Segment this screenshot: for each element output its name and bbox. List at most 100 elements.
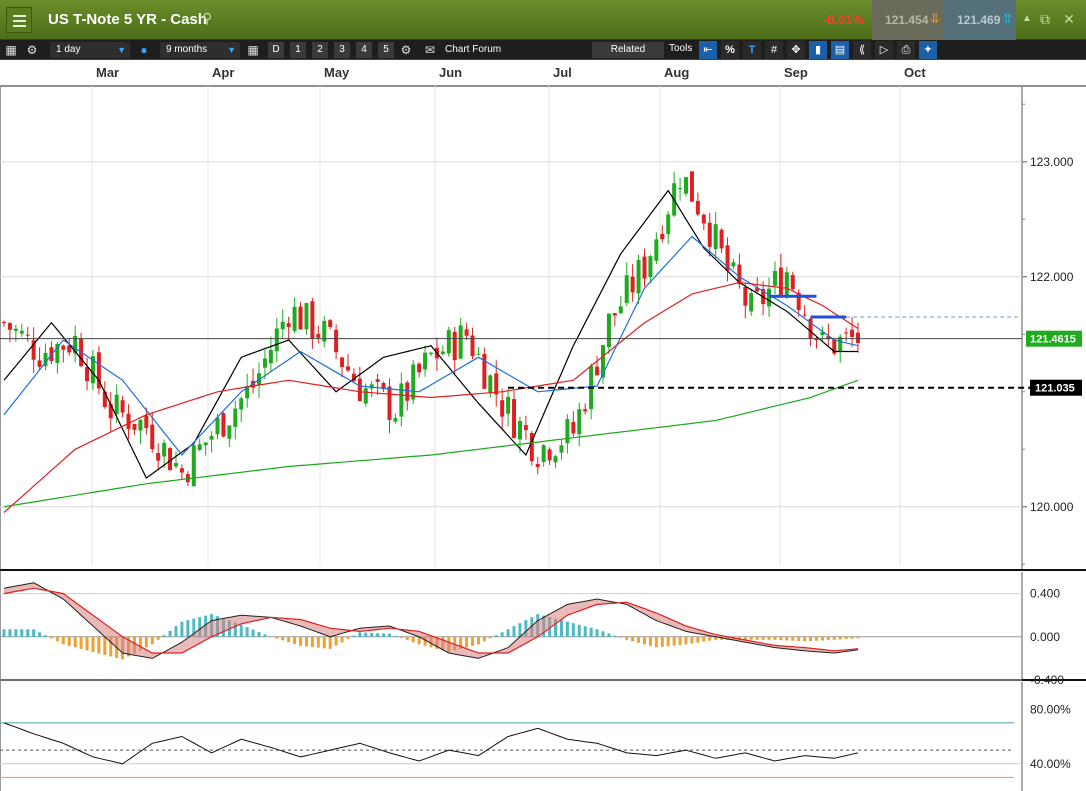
text-tool-icon[interactable]: T	[743, 41, 761, 59]
candle-body	[7, 323, 12, 330]
grid-menu-icon[interactable]: ▦	[3, 42, 19, 58]
zoom-button-d[interactable]: D	[268, 42, 284, 58]
macd-histogram-bar	[32, 629, 36, 637]
macd-histogram-bar	[174, 626, 178, 637]
zoom-button-3[interactable]: 3	[334, 42, 350, 58]
macd-histogram-bar	[613, 635, 617, 637]
macd-histogram-bar	[643, 636, 646, 645]
interval-dropdown[interactable]: 1 day ▼	[50, 42, 130, 58]
macd-histogram-bar	[749, 636, 753, 640]
macd-histogram-bar	[26, 629, 30, 637]
zoom-button-5[interactable]: 5	[378, 42, 394, 58]
candle-body	[488, 375, 493, 394]
draw-lines-icon[interactable]: ⟪	[853, 41, 871, 59]
macd-histogram-bar	[696, 636, 700, 643]
candle-body	[298, 306, 303, 330]
macd-histogram-bar	[334, 636, 338, 646]
candle-body	[173, 463, 178, 467]
candle-body	[375, 379, 380, 382]
support-label: 121.035	[1035, 383, 1075, 395]
macd-histogram-bar	[773, 636, 777, 640]
macd-histogram-bar	[856, 636, 860, 639]
popout-icon[interactable]: ⧉	[1036, 10, 1054, 28]
macd-histogram-bar	[844, 636, 848, 640]
range-dropdown[interactable]: 9 months ▼	[160, 42, 240, 58]
candle-body	[417, 363, 422, 373]
candle-body	[618, 306, 623, 314]
candle-body	[114, 394, 119, 415]
candle-body	[494, 373, 499, 395]
chart-canvas[interactable]: Mar Apr May Jun Jul Aug Sep Oct 123.000122.0001…	[0, 61, 1086, 791]
macd-histogram-bar	[411, 636, 415, 643]
macd-histogram-bar	[648, 636, 652, 646]
instrument-title[interactable]: US T-Note 5 YR - Cash	[48, 11, 207, 28]
macd-histogram-bar	[672, 636, 676, 646]
macd-histogram-bar	[814, 636, 818, 641]
chart-window: US T-Note 5 YR - Cash ⚲ -0.01% 121.454 ⥥…	[0, 0, 1086, 791]
macd-histogram-bar	[73, 636, 77, 648]
macd-histogram-bar	[97, 636, 101, 654]
macd-histogram-bar	[263, 634, 267, 637]
candle-body	[310, 301, 315, 339]
macd-histogram-bar	[785, 636, 789, 641]
macd-histogram-bar	[14, 629, 18, 637]
candle-body	[191, 445, 196, 487]
candle-body	[233, 408, 238, 427]
zoom-button-1[interactable]: 1	[290, 42, 306, 58]
crosshair-icon[interactable]: ✥	[787, 41, 805, 59]
rsi-panel: 80.00% 40.00%	[0, 702, 1071, 778]
settings-grid-icon[interactable]: ✦	[919, 41, 937, 59]
candle-body	[678, 187, 683, 189]
zoom-button-2[interactable]: 2	[312, 42, 328, 58]
chart-forum-link[interactable]: Chart Forum	[445, 42, 501, 58]
ma-long-line	[3, 281, 859, 513]
price-tick-label: 120.000	[1030, 500, 1074, 514]
settings-icon[interactable]: ⚙	[398, 42, 414, 58]
candle-body	[262, 358, 267, 368]
month-label: Jul	[553, 65, 572, 80]
macd-histogram-bar	[364, 632, 368, 637]
related-button[interactable]: Related	[592, 42, 664, 58]
chart-area[interactable]: Mar Apr May Jun Jul Aug Sep Oct 123.000 122.000 1…	[0, 61, 1086, 791]
calendar-icon[interactable]: ▦	[245, 42, 261, 58]
macd-histogram-bar	[465, 636, 469, 648]
macd-histogram-bar	[257, 631, 261, 637]
zoom-button-4[interactable]: 4	[356, 42, 372, 58]
macd-histogram-bar	[387, 633, 391, 637]
rsi-tick-label: 80.00%	[1030, 702, 1071, 716]
back-arrow-icon[interactable]: ⇤	[699, 41, 717, 59]
buy-button[interactable]: 121.469 ⥣	[944, 0, 1016, 40]
candle-body	[559, 445, 564, 453]
menu-icon[interactable]	[6, 7, 32, 33]
close-icon[interactable]: ✕	[1060, 10, 1078, 28]
indicators-icon[interactable]: ▤	[831, 41, 849, 59]
candle-body	[612, 313, 617, 316]
candle-body	[25, 334, 30, 336]
macd-histogram-bar	[571, 623, 575, 637]
print-icon[interactable]: ⎙	[897, 41, 915, 59]
candle-body	[790, 275, 795, 290]
macd-histogram-bar	[150, 636, 154, 645]
chat-icon[interactable]: ✉	[422, 42, 438, 58]
annotate-icon[interactable]: ▷	[875, 41, 893, 59]
candle-body	[280, 321, 285, 330]
candle-body	[197, 444, 202, 450]
macd-histogram-bar	[186, 620, 190, 637]
lock-icon[interactable]: ●	[136, 42, 152, 58]
gear-icon[interactable]: ⚙	[24, 42, 40, 58]
search-icon[interactable]: ⚲	[202, 10, 212, 27]
expand-icon[interactable]: ▲	[1018, 10, 1036, 28]
macd-histogram-bar	[376, 633, 380, 637]
macd-histogram-bar	[761, 636, 765, 640]
month-label: Jun	[439, 65, 462, 80]
macd-histogram-bar	[103, 636, 107, 655]
candle-body	[850, 329, 855, 337]
sell-button[interactable]: 121.454 ⥥	[872, 0, 944, 40]
macd-histogram-bar	[245, 627, 249, 637]
grid-icon[interactable]: #	[765, 41, 783, 59]
candle-body	[126, 413, 131, 430]
candle-body	[446, 330, 451, 354]
candle-type-icon[interactable]: ▮	[809, 41, 827, 59]
percent-button[interactable]: %	[721, 41, 739, 59]
chart-toolbar: ▦ ⚙ 1 day ▼ ● 9 months ▼ ▦ D 1 2 3 4 5 ⚙…	[0, 40, 1086, 60]
